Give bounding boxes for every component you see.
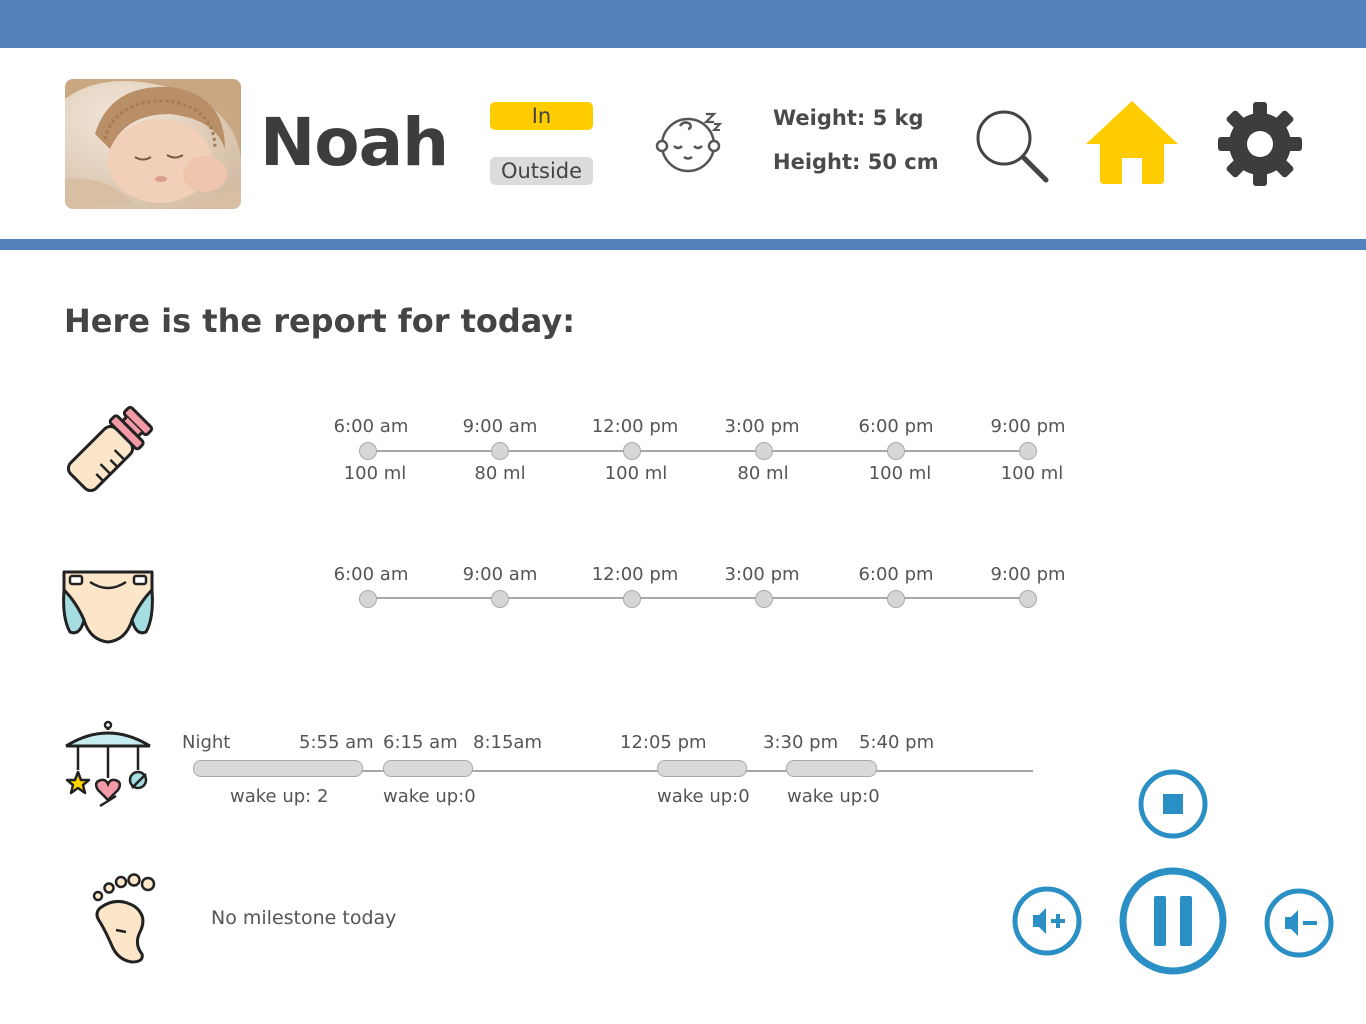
- crib-mobile-icon: [60, 720, 156, 816]
- gear-icon[interactable]: [1218, 102, 1302, 190]
- feeding-amount: 100 ml: [604, 463, 668, 484]
- volume-down-button[interactable]: [1263, 887, 1335, 963]
- feeding-point[interactable]: [1019, 442, 1037, 460]
- diaper-time: 9:00 pm: [990, 564, 1066, 585]
- feeding-point[interactable]: [623, 442, 641, 460]
- report-title: Here is the report for today:: [64, 302, 576, 340]
- feeding-time: 9:00 pm: [990, 416, 1066, 437]
- feeding-amount: 80 ml: [737, 463, 789, 484]
- wakeup-count: wake up: 2: [230, 786, 329, 807]
- sleep-time: 5:55 am: [299, 732, 374, 753]
- feeding-time: 9:00 am: [462, 416, 538, 437]
- diaper-time: 6:00 am: [333, 564, 409, 585]
- child-name: Noah: [260, 104, 449, 181]
- diaper-point[interactable]: [623, 590, 641, 608]
- diaper-point[interactable]: [1019, 590, 1037, 608]
- feeding-amount: 100 ml: [1000, 463, 1064, 484]
- diaper-timeline-line: [368, 597, 1028, 599]
- sleep-segment[interactable]: [786, 760, 877, 777]
- sleep-time: 12:05 pm: [620, 732, 707, 753]
- diaper-time: 3:00 pm: [724, 564, 800, 585]
- diaper-time: 12:00 pm: [591, 564, 679, 585]
- location-in-toggle[interactable]: In: [490, 102, 593, 130]
- feeding-timeline-line: [368, 450, 1028, 452]
- diaper-icon: [60, 568, 156, 650]
- diaper-point[interactable]: [755, 590, 773, 608]
- baby-bottle-icon: [60, 402, 158, 502]
- stop-button[interactable]: [1137, 768, 1209, 844]
- top-bar: [0, 0, 1366, 48]
- sleep-segment[interactable]: [383, 760, 473, 777]
- footprint-icon: [86, 872, 158, 968]
- wakeup-count: wake up:0: [383, 786, 476, 807]
- wakeup-count: wake up:0: [787, 786, 880, 807]
- height-text: Height: 50 cm: [773, 150, 939, 174]
- sleep-time: 6:15 am: [383, 732, 458, 753]
- feeding-point[interactable]: [887, 442, 905, 460]
- sleep-time: 5:40 pm: [859, 732, 935, 753]
- feeding-time: 6:00 pm: [858, 416, 934, 437]
- feeding-amount: 100 ml: [343, 463, 407, 484]
- home-icon[interactable]: [1084, 98, 1180, 190]
- feeding-amount: 100 ml: [868, 463, 932, 484]
- feeding-point[interactable]: [755, 442, 773, 460]
- sleep-time: 3:30 pm: [763, 732, 839, 753]
- search-icon[interactable]: [974, 108, 1052, 188]
- feeding-time: 3:00 pm: [724, 416, 800, 437]
- diaper-point[interactable]: [887, 590, 905, 608]
- sleep-time: 8:15am: [473, 732, 542, 753]
- feeding-time: 12:00 pm: [591, 416, 679, 437]
- diaper-point[interactable]: [359, 590, 377, 608]
- baby-photo: [65, 79, 241, 209]
- milestone-text: No milestone today: [211, 907, 397, 929]
- diaper-point[interactable]: [491, 590, 509, 608]
- diaper-time: 9:00 am: [462, 564, 538, 585]
- feeding-amount: 80 ml: [474, 463, 526, 484]
- pause-button[interactable]: [1118, 866, 1228, 980]
- wakeup-count: wake up:0: [657, 786, 750, 807]
- sleep-segment[interactable]: [657, 760, 747, 777]
- feeding-point[interactable]: [359, 442, 377, 460]
- location-outside-toggle[interactable]: Outside: [490, 157, 593, 185]
- sleeping-baby-icon[interactable]: [650, 108, 726, 180]
- sleep-segment[interactable]: [193, 760, 363, 777]
- feeding-point[interactable]: [491, 442, 509, 460]
- weight-text: Weight: 5 kg: [773, 106, 924, 130]
- diaper-time: 6:00 pm: [858, 564, 934, 585]
- sleep-label: Night: [182, 732, 231, 753]
- header-divider: [0, 239, 1366, 250]
- feeding-time: 6:00 am: [333, 416, 409, 437]
- volume-up-button[interactable]: [1011, 885, 1083, 961]
